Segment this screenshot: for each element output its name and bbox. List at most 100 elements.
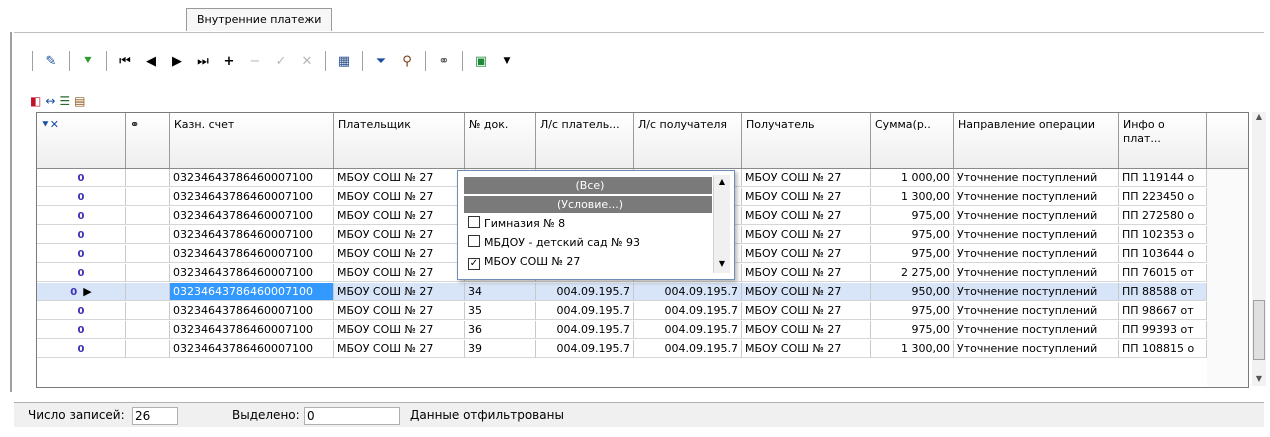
cell-payer[interactable]: МБОУ СОШ № 27 bbox=[334, 188, 465, 206]
cell-payer[interactable]: МБОУ СОШ № 27 bbox=[334, 245, 465, 263]
scroll-up-icon[interactable]: ▲ bbox=[714, 177, 730, 186]
cell-direction[interactable]: Уточнение поступлений bbox=[954, 245, 1119, 263]
cell-sum[interactable]: 975,00 bbox=[871, 226, 954, 244]
list-settings-icon[interactable]: ☰ bbox=[59, 94, 70, 108]
cell-account[interactable]: 03234643786460007100 bbox=[170, 302, 334, 320]
cell-info[interactable]: ПП 103644 о bbox=[1119, 245, 1207, 263]
cell-doc-no[interactable]: 39 bbox=[465, 340, 536, 358]
cell-payer[interactable]: МБОУ СОШ № 27 bbox=[334, 169, 465, 187]
filter-option[interactable]: (Условие...) bbox=[464, 196, 712, 213]
cell-direction[interactable]: Уточнение поступлений bbox=[954, 340, 1119, 358]
cell-sum[interactable]: 1 300,00 bbox=[871, 340, 954, 358]
cell-direction[interactable]: Уточнение поступлений bbox=[954, 188, 1119, 206]
cell-direction[interactable]: Уточнение поступлений bbox=[954, 226, 1119, 244]
cell-info[interactable]: ПП 88588 от bbox=[1119, 283, 1207, 301]
header-direction[interactable]: Направление операции bbox=[954, 113, 1119, 168]
cell-direction[interactable]: Уточнение поступлений bbox=[954, 207, 1119, 225]
cell-info[interactable]: ПП 272580 о bbox=[1119, 207, 1207, 225]
header-doc-no[interactable]: № док. bbox=[465, 113, 536, 168]
first-record-icon[interactable]: ⏮ bbox=[115, 51, 135, 71]
row-indicator[interactable]: 0 ▶ bbox=[37, 283, 126, 301]
row-indicator[interactable]: 0 bbox=[37, 226, 126, 244]
cell-recipient[interactable]: МБОУ СОШ № 27 bbox=[742, 207, 871, 225]
cell-account[interactable]: 03234643786460007100 bbox=[170, 226, 334, 244]
cell-account[interactable]: 03234643786460007100 bbox=[170, 245, 334, 263]
filter-option[interactable]: Гимназия № 8 bbox=[464, 215, 712, 232]
header-info[interactable]: Инфо о плат... bbox=[1119, 113, 1207, 168]
row-indicator[interactable]: 0 bbox=[37, 321, 126, 339]
filter-option[interactable]: ✓ МБОУ СОШ № 27 bbox=[464, 253, 712, 270]
find-icon[interactable]: ⚲ bbox=[397, 51, 417, 71]
cell-link[interactable] bbox=[126, 226, 170, 244]
cell-payer[interactable]: МБОУ СОШ № 27 bbox=[334, 321, 465, 339]
scroll-thumb[interactable] bbox=[1253, 300, 1265, 360]
cell-direction[interactable]: Уточнение поступлений bbox=[954, 283, 1119, 301]
cell-account[interactable]: 03234643786460007100 bbox=[170, 283, 334, 301]
cell-sum[interactable]: 975,00 bbox=[871, 321, 954, 339]
cell-payer-ls[interactable]: 004.09.195.7 bbox=[536, 283, 634, 301]
cell-info[interactable]: ПП 119144 о bbox=[1119, 169, 1207, 187]
row-indicator[interactable]: 0 bbox=[37, 340, 126, 358]
cell-info[interactable]: ПП 102353 о bbox=[1119, 226, 1207, 244]
cell-account[interactable]: 03234643786460007100 bbox=[170, 169, 334, 187]
grid-vertical-scrollbar[interactable]: ▲ ▼ bbox=[1252, 112, 1266, 386]
header-payer[interactable]: Плательщик bbox=[334, 113, 465, 168]
calculator-icon[interactable]: ▦ bbox=[334, 51, 354, 71]
checkbox-icon[interactable] bbox=[468, 235, 480, 247]
row-indicator[interactable]: 0 bbox=[37, 169, 126, 187]
cell-link[interactable] bbox=[126, 340, 170, 358]
row-indicator[interactable]: 0 bbox=[37, 188, 126, 206]
cell-recipient-ls[interactable]: 004.09.195.7 bbox=[634, 283, 742, 301]
table-row[interactable]: 0 03234643786460007100 МБОУ СОШ № 27 36 004.… bbox=[37, 321, 1248, 339]
cancel-icon[interactable]: ✕ bbox=[297, 51, 317, 71]
confirm-icon[interactable]: ✓ bbox=[271, 51, 291, 71]
cell-recipient[interactable]: МБОУ СОШ № 27 bbox=[742, 169, 871, 187]
cell-payer[interactable]: МБОУ СОШ № 27 bbox=[334, 207, 465, 225]
cell-recipient[interactable]: МБОУ СОШ № 27 bbox=[742, 321, 871, 339]
cell-recipient[interactable]: МБОУ СОШ № 27 bbox=[742, 226, 871, 244]
cell-recipient-ls[interactable]: 004.09.195.7 bbox=[634, 321, 742, 339]
export-icon[interactable]: ▣ bbox=[471, 51, 491, 71]
header-link[interactable]: ⚭ bbox=[126, 113, 170, 168]
cell-link[interactable] bbox=[126, 283, 170, 301]
cell-recipient-ls[interactable]: 004.09.195.7 bbox=[634, 340, 742, 358]
cell-sum[interactable]: 1 300,00 bbox=[871, 188, 954, 206]
cell-recipient[interactable]: МБОУ СОШ № 27 bbox=[742, 283, 871, 301]
link-icon[interactable]: ⚭ bbox=[434, 51, 454, 71]
cell-account[interactable]: 03234643786460007100 bbox=[170, 340, 334, 358]
cell-payer[interactable]: МБОУ СОШ № 27 bbox=[334, 302, 465, 320]
cell-direction[interactable]: Уточнение поступлений bbox=[954, 169, 1119, 187]
remove-icon[interactable]: − bbox=[245, 51, 265, 71]
last-record-icon[interactable]: ⏭ bbox=[193, 51, 213, 71]
prev-record-icon[interactable]: ◀ bbox=[141, 51, 161, 71]
cell-payer[interactable]: МБОУ СОШ № 27 bbox=[334, 264, 465, 282]
next-record-icon[interactable]: ▶ bbox=[167, 51, 187, 71]
cell-recipient-ls[interactable]: 004.09.195.7 bbox=[634, 302, 742, 320]
row-indicator[interactable]: 0 bbox=[37, 207, 126, 225]
cell-account[interactable]: 03234643786460007100 bbox=[170, 207, 334, 225]
cell-sum[interactable]: 1 000,00 bbox=[871, 169, 954, 187]
cell-sum[interactable]: 975,00 bbox=[871, 245, 954, 263]
cell-payer[interactable]: МБОУ СОШ № 27 bbox=[334, 226, 465, 244]
column-chooser-icon[interactable]: ▤ bbox=[74, 94, 85, 108]
scroll-down-icon[interactable]: ▼ bbox=[1252, 374, 1266, 383]
checkbox-icon[interactable] bbox=[468, 216, 480, 228]
filter-icon[interactable]: ⏷ bbox=[371, 51, 391, 71]
header-sum[interactable]: Сумма(р.. bbox=[871, 113, 954, 168]
cell-info[interactable]: ПП 223450 о bbox=[1119, 188, 1207, 206]
add-icon[interactable]: + bbox=[219, 51, 239, 71]
cell-link[interactable] bbox=[126, 207, 170, 225]
edit-icon[interactable]: ✎ bbox=[41, 51, 61, 71]
cell-recipient[interactable]: МБОУ СОШ № 27 bbox=[742, 340, 871, 358]
cell-recipient[interactable]: МБОУ СОШ № 27 bbox=[742, 302, 871, 320]
cell-doc-no[interactable]: 35 bbox=[465, 302, 536, 320]
cell-sum[interactable]: 950,00 bbox=[871, 283, 954, 301]
cell-link[interactable] bbox=[126, 264, 170, 282]
filter-dropdown-scrollbar[interactable]: ▲ ▼ bbox=[713, 175, 730, 273]
cell-recipient[interactable]: МБОУ СОШ № 27 bbox=[742, 188, 871, 206]
cell-direction[interactable]: Уточнение поступлений bbox=[954, 321, 1119, 339]
tab-internal-payments[interactable]: Внутренние платежи bbox=[186, 8, 333, 31]
swap-columns-icon[interactable]: ↔ bbox=[45, 94, 55, 108]
cell-info[interactable]: ПП 99393 от bbox=[1119, 321, 1207, 339]
cell-direction[interactable]: Уточнение поступлений bbox=[954, 264, 1119, 282]
